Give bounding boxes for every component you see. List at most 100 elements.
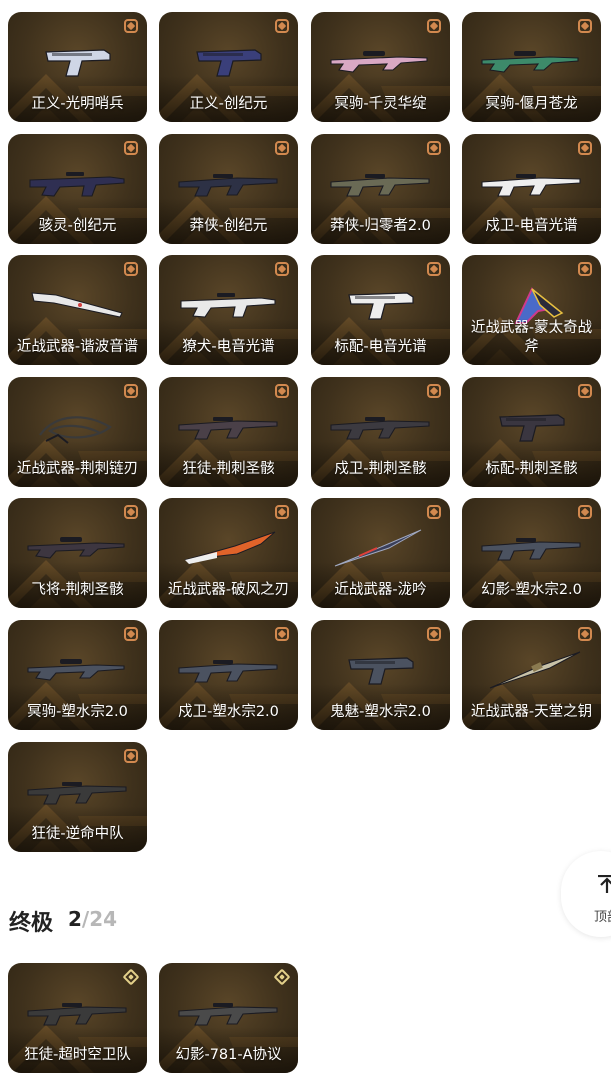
weapon-image bbox=[481, 538, 581, 561]
weapon-image bbox=[178, 417, 278, 440]
premium-tier-icon bbox=[427, 627, 441, 641]
skin-card[interactable]: 幻影-781-A协议 bbox=[159, 963, 298, 1073]
skin-card[interactable]: 标配-电音光谱 bbox=[311, 255, 450, 365]
skin-card[interactable]: 骇灵-创纪元 bbox=[8, 134, 147, 244]
premium-tier-icon bbox=[427, 384, 441, 398]
skin-name: 狂徒-荆刺圣骸 bbox=[182, 461, 275, 477]
skin-card[interactable]: 狂徒-逆命中队 bbox=[8, 742, 147, 852]
skin-card[interactable]: 戍卫-塑水宗2.0 bbox=[159, 620, 298, 730]
weapon-image bbox=[178, 1003, 278, 1026]
skin-card[interactable]: 獠犬-电音光谱 bbox=[159, 255, 298, 365]
skin-card[interactable]: 戍卫-荆刺圣骸 bbox=[311, 377, 450, 487]
total-count: /24 bbox=[81, 907, 118, 931]
weapon-image bbox=[178, 660, 278, 683]
premium-tier-icon bbox=[124, 505, 138, 519]
skin-name: 冥驹-塑水宗2.0 bbox=[27, 704, 128, 720]
weapon-image bbox=[27, 1003, 127, 1026]
premium-tier-icon bbox=[427, 19, 441, 33]
skin-card[interactable]: 莽侠-创纪元 bbox=[159, 134, 298, 244]
skin-card[interactable]: 鬼魅-塑水宗2.0 bbox=[311, 620, 450, 730]
weapon-image bbox=[481, 174, 581, 197]
skin-card[interactable]: 近战武器-荆刺链刃 bbox=[8, 377, 147, 487]
weapon-image bbox=[489, 651, 581, 689]
skin-name: 幻影-781-A协议 bbox=[175, 1047, 282, 1063]
weapon-image bbox=[330, 417, 430, 440]
skin-card[interactable]: 狂徒-超时空卫队 bbox=[8, 963, 147, 1073]
skin-card[interactable]: 冥驹-偃月苍龙 bbox=[462, 12, 601, 122]
arrow-up-icon bbox=[598, 875, 611, 893]
skin-card[interactable]: 正义-光明哨兵 bbox=[8, 12, 147, 122]
ultra-tier-icon bbox=[273, 968, 291, 986]
skin-name: 冥驹-偃月苍龙 bbox=[485, 96, 578, 112]
weapon-image bbox=[184, 531, 276, 564]
skin-card[interactable]: 近战武器-蒙太奇战斧 bbox=[462, 255, 601, 365]
section-count: 2/24 bbox=[68, 907, 117, 931]
skin-card[interactable]: 正义-创纪元 bbox=[159, 12, 298, 122]
weapon-image bbox=[481, 51, 579, 73]
skin-card[interactable]: 近战武器-天堂之钥 bbox=[462, 620, 601, 730]
skin-card[interactable]: 戍卫-电音光谱 bbox=[462, 134, 601, 244]
weapon-image bbox=[31, 292, 123, 318]
skin-name: 幻影-塑水宗2.0 bbox=[481, 582, 582, 598]
weapon-image bbox=[330, 51, 428, 73]
premium-tier-icon bbox=[578, 627, 592, 641]
owned-count: 2 bbox=[68, 907, 82, 931]
skin-name: 戍卫-塑水宗2.0 bbox=[178, 704, 279, 720]
weapon-image bbox=[29, 172, 125, 197]
skin-name: 近战武器-破风之刃 bbox=[167, 582, 290, 598]
skin-name: 戍卫-荆刺圣骸 bbox=[334, 461, 427, 477]
weapon-image bbox=[196, 49, 262, 77]
weapon-image bbox=[45, 49, 111, 77]
skin-name: 狂徒-逆命中队 bbox=[31, 826, 124, 842]
weapon-image bbox=[39, 416, 112, 444]
skin-name: 鬼魅-塑水宗2.0 bbox=[330, 704, 431, 720]
premium-tier-icon bbox=[427, 262, 441, 276]
premium-tier-icon bbox=[578, 505, 592, 519]
premium-tier-icon bbox=[275, 262, 289, 276]
skin-card[interactable]: 狂徒-荆刺圣骸 bbox=[159, 377, 298, 487]
skin-name: 飞将-荆刺圣骸 bbox=[31, 582, 124, 598]
premium-tier-icon bbox=[275, 505, 289, 519]
skin-name: 獠犬-电音光谱 bbox=[182, 339, 275, 355]
skin-card[interactable]: 近战武器-破风之刃 bbox=[159, 498, 298, 608]
weapon-image bbox=[330, 174, 430, 197]
premium-tier-icon bbox=[578, 141, 592, 155]
premium-tier-icon bbox=[124, 627, 138, 641]
premium-tier-icon bbox=[578, 384, 592, 398]
weapon-image bbox=[178, 174, 278, 197]
skin-card[interactable]: 飞将-荆刺圣骸 bbox=[8, 498, 147, 608]
back-to-top-button[interactable]: 顶部 bbox=[561, 851, 611, 937]
premium-tier-icon bbox=[124, 141, 138, 155]
premium-tier-icon bbox=[124, 19, 138, 33]
premium-tier-icon bbox=[275, 141, 289, 155]
skin-card[interactable]: 莽侠-归零者2.0 bbox=[311, 134, 450, 244]
weapon-image bbox=[27, 537, 125, 559]
skin-name: 标配-电音光谱 bbox=[334, 339, 427, 355]
skin-name: 近战武器-荆刺链刃 bbox=[16, 461, 139, 477]
skin-card[interactable]: 冥驹-千灵华绽 bbox=[311, 12, 450, 122]
skin-name: 近战武器-泷吟 bbox=[334, 582, 427, 598]
skin-card[interactable]: 冥驹-塑水宗2.0 bbox=[8, 620, 147, 730]
premium-tier-icon bbox=[275, 19, 289, 33]
skin-card[interactable]: 近战武器-泷吟 bbox=[311, 498, 450, 608]
skin-card[interactable]: 标配-荆刺圣骸 bbox=[462, 377, 601, 487]
premium-tier-icon bbox=[578, 262, 592, 276]
skin-name: 正义-光明哨兵 bbox=[31, 96, 124, 112]
skin-name: 莽侠-创纪元 bbox=[189, 218, 268, 234]
skin-name: 莽侠-归零者2.0 bbox=[330, 218, 431, 234]
weapon-image bbox=[348, 292, 414, 320]
skin-name: 冥驹-千灵华绽 bbox=[334, 96, 427, 112]
premium-tier-icon bbox=[578, 19, 592, 33]
weapon-image bbox=[180, 293, 276, 318]
premium-tier-icon bbox=[124, 262, 138, 276]
back-to-top-label: 顶部 bbox=[594, 910, 611, 925]
premium-tier-icon bbox=[427, 505, 441, 519]
premium-tier-icon bbox=[124, 384, 138, 398]
weapon-image bbox=[27, 782, 127, 805]
skin-card[interactable]: 近战武器-谐波音谱 bbox=[8, 255, 147, 365]
weapon-image bbox=[27, 659, 125, 681]
weapon-image bbox=[348, 657, 414, 685]
skin-name: 标配-荆刺圣骸 bbox=[485, 461, 578, 477]
skin-name: 近战武器-天堂之钥 bbox=[470, 704, 593, 720]
skin-card[interactable]: 幻影-塑水宗2.0 bbox=[462, 498, 601, 608]
